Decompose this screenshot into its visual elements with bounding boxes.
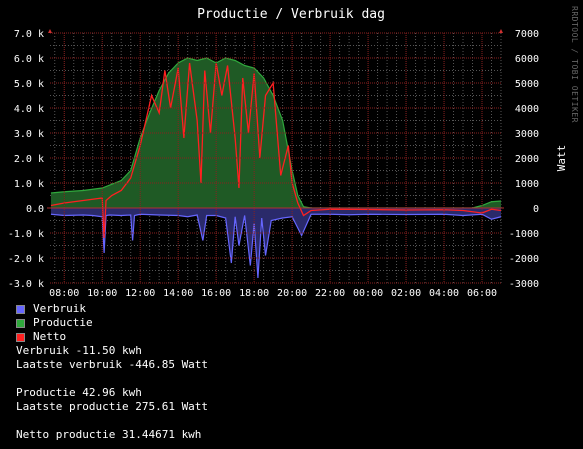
- y-axis-arrow-right: [499, 29, 503, 33]
- y-tick-label-right: 3000: [515, 129, 539, 140]
- x-tick-label: 18:00: [239, 288, 269, 299]
- stat-spacer: [16, 372, 208, 386]
- chart: Productie / Verbruik dag Watt 7.0 k 7000 6…: [8, 7, 568, 299]
- x-tick-label: 06:00: [467, 288, 497, 299]
- legend-swatch-verbruik: [16, 304, 25, 314]
- stats-block: Verbruik -11.50 kwh Laatste verbruik -44…: [16, 344, 208, 442]
- x-tick-label: 08:00: [49, 288, 79, 299]
- y-tick-label-right: 4000: [515, 104, 539, 115]
- y-tick-label-right: -2000: [509, 254, 539, 265]
- x-tick-label: 22:00: [315, 288, 345, 299]
- x-tick-label: 00:00: [353, 288, 383, 299]
- y-tick-label-right: 7000: [515, 29, 539, 40]
- legend-item-verbruik: Verbruik: [16, 302, 93, 316]
- legend-label-netto: Netto: [33, 330, 67, 343]
- x-tick-label: 12:00: [125, 288, 155, 299]
- legend-item-productie: Productie: [16, 316, 93, 330]
- y-tick-label-left: -1.0 k: [8, 229, 44, 240]
- y-tick-label-right: -1000: [509, 229, 539, 240]
- x-tick-label: 20:00: [277, 288, 307, 299]
- stat-spacer: [16, 414, 208, 428]
- stat-verbruik-laatste: Laatste verbruik -446.85 Watt: [16, 358, 209, 371]
- stat-netto-total: Netto productie 31.44671 kwh: [16, 428, 202, 441]
- y-tick-label-left: 7.0 k: [14, 29, 44, 40]
- watermark: RRDTOOL / TOBI OETIKER: [570, 6, 579, 123]
- y-tick-label-right: 5000: [515, 79, 539, 90]
- y-tick-label-left: -3.0 k: [8, 279, 44, 290]
- legend-swatch-netto: [16, 332, 25, 342]
- y-tick-label-right: 2000: [515, 154, 539, 165]
- y-tick-label-left: 4.0 k: [14, 104, 44, 115]
- y-tick-label-left: 6.0 k: [14, 54, 44, 65]
- y-axis-label-right: Watt: [555, 145, 568, 172]
- y-tick-label-left: 5.0 k: [14, 79, 44, 90]
- legend-swatch-productie: [16, 318, 25, 328]
- y-tick-label-right: 0: [533, 204, 539, 215]
- legend: Verbruik Productie Netto: [16, 302, 93, 344]
- y-tick-label-left: 3.0 k: [14, 129, 44, 140]
- chart-title: Productie / Verbruik dag: [197, 7, 385, 22]
- y-tick-label-right: -3000: [509, 279, 539, 290]
- y-tick-label-left: -2.0 k: [8, 254, 44, 265]
- y-tick-label-right: 1000: [515, 179, 539, 190]
- stat-productie-total: Productie 42.96 kwh: [16, 386, 142, 399]
- legend-label-verbruik: Verbruik: [33, 302, 86, 315]
- legend-label-productie: Productie: [33, 316, 93, 329]
- x-tick-label: 04:00: [429, 288, 459, 299]
- stat-productie-laatste: Laatste productie 275.61 Watt: [16, 400, 209, 413]
- stat-verbruik-total: Verbruik -11.50 kwh: [16, 344, 142, 357]
- y-tick-label-left: 2.0 k: [14, 154, 44, 165]
- y-axis-arrow-left: [48, 29, 52, 33]
- x-tick-label: 16:00: [201, 288, 231, 299]
- y-tick-label-left: 0.0: [26, 204, 44, 215]
- x-tick-label: 02:00: [391, 288, 421, 299]
- legend-item-netto: Netto: [16, 330, 93, 344]
- x-tick-label: 10:00: [87, 288, 117, 299]
- y-tick-label-left: 1.0 k: [14, 179, 44, 190]
- y-tick-label-right: 6000: [515, 54, 539, 65]
- x-tick-label: 14:00: [163, 288, 193, 299]
